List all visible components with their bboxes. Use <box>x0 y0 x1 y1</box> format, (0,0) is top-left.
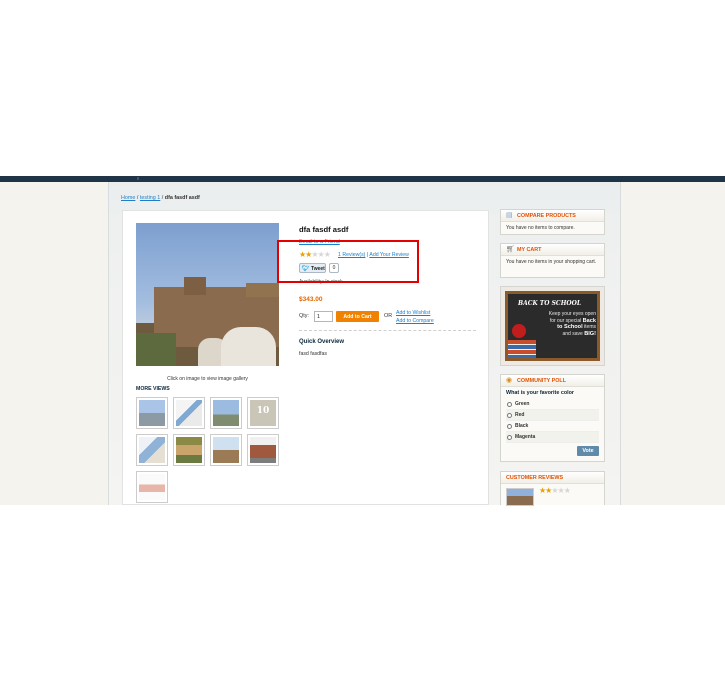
thumbnail[interactable] <box>173 434 205 466</box>
breadcrumb-separator: / <box>161 195 164 201</box>
or-label: OR <box>384 313 393 319</box>
poll-option-black[interactable]: Black <box>506 421 599 432</box>
my-cart-text: You have no items in your shopping cart. <box>506 259 597 265</box>
review-rating-stars: ★★★★★ <box>539 486 571 495</box>
more-views-title: MORE VIEWS <box>136 386 170 392</box>
star-empty-icon: ★ <box>563 486 571 495</box>
community-poll-block: ◉ COMMUNITY POLL What is your favorite co… <box>500 374 605 462</box>
image-caption: Click on image to view image gallery <box>167 376 248 382</box>
customer-reviews-title: CUSTOMER REVIEWS <box>506 475 564 481</box>
header-bar-mark <box>137 177 139 180</box>
add-to-cart-button[interactable]: Add to Cart <box>336 311 379 322</box>
banner-text: Keep your eyes open for our special Back… <box>548 311 596 337</box>
breadcrumb: Home / testing 1 / dfa fasdf asdf <box>121 195 200 201</box>
breadcrumb-current: dfa fasdf asdf <box>164 195 200 201</box>
my-cart-block: 🛒︎ MY CART You have no items in your shop… <box>500 243 605 278</box>
qty-label: Qty: <box>299 313 309 319</box>
breadcrumb-home-link[interactable]: Home <box>121 195 135 201</box>
back-to-school-banner[interactable]: BACK TO SCHOOL Keep your eyes open for o… <box>500 286 605 366</box>
radio-icon <box>507 402 512 407</box>
thumbnail[interactable] <box>210 397 242 429</box>
highlight-box <box>277 240 419 283</box>
poll-question: What is your favorite color <box>506 390 574 396</box>
thumbnail[interactable] <box>136 434 168 466</box>
divider <box>299 330 476 331</box>
thumbnail[interactable] <box>136 397 168 429</box>
poll-icon: ◉ <box>506 377 513 384</box>
radio-icon <box>507 413 512 418</box>
books-icon <box>508 340 536 358</box>
add-to-wishlist-link[interactable]: Add to Wishlist <box>396 310 430 316</box>
quick-overview-title: Quick Overview <box>299 339 345 345</box>
quick-overview-text: fasd fasdfas <box>299 351 327 357</box>
add-to-compare-link[interactable]: Add to Compare <box>396 318 434 324</box>
product-main-image[interactable] <box>136 223 279 366</box>
radio-icon <box>507 435 512 440</box>
poll-title: COMMUNITY POLL <box>517 378 567 384</box>
customer-reviews-block: CUSTOMER REVIEWS ★★★★★ <box>500 471 605 506</box>
breadcrumb-separator: / <box>136 195 139 201</box>
compare-products-text: You have no items to compare. <box>506 225 575 231</box>
compare-icon: ▤ <box>506 212 513 219</box>
product-title: dfa fasdf asdf <box>299 225 349 234</box>
banner-title: BACK TO SCHOOL <box>518 300 582 307</box>
poll-option-red[interactable]: Red <box>506 410 599 421</box>
product-price: $343.00 <box>299 296 323 303</box>
thumbnail[interactable] <box>247 434 279 466</box>
thumbnail[interactable] <box>173 397 205 429</box>
compare-products-title: COMPARE PRODUCTS <box>517 213 576 219</box>
screenshot: Home / testing 1 / dfa fasdf asdf Click … <box>0 0 725 680</box>
review-product-thumbnail[interactable] <box>506 488 534 506</box>
thumbnail[interactable] <box>210 434 242 466</box>
thumbnail[interactable] <box>136 471 168 503</box>
chalkboard-image: BACK TO SCHOOL Keep your eyes open for o… <box>505 291 600 361</box>
poll-option-green[interactable]: Green <box>506 399 599 410</box>
thumbnail[interactable]: 10 <box>247 397 279 429</box>
vote-button[interactable]: Vote <box>577 446 599 456</box>
apple-icon <box>512 324 526 338</box>
poll-option-magenta[interactable]: Magenta <box>506 432 599 443</box>
qty-input[interactable] <box>314 311 333 322</box>
compare-products-block: ▤ COMPARE PRODUCTS You have no items to c… <box>500 209 605 235</box>
breadcrumb-category-link[interactable]: testing 1 <box>140 195 160 201</box>
radio-icon <box>507 424 512 429</box>
page-container: Home / testing 1 / dfa fasdf asdf Click … <box>108 182 621 506</box>
my-cart-title: MY CART <box>517 247 542 253</box>
cart-icon: 🛒︎ <box>506 246 515 253</box>
